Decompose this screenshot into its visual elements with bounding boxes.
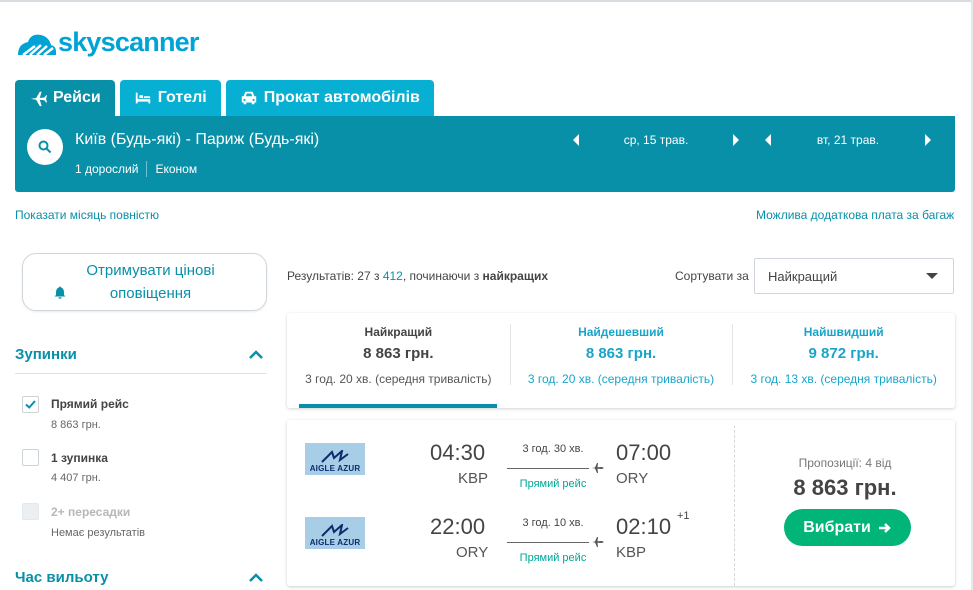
arrival-airport: KBP (616, 544, 647, 561)
tab-hotels[interactable]: Готелі (119, 80, 221, 116)
tab-flights[interactable]: Рейси (15, 80, 115, 116)
brand-name: skyscanner (58, 26, 199, 57)
chevron-up-icon[interactable] (248, 350, 264, 360)
select-flight-button[interactable]: Вибрати (784, 509, 911, 546)
show-whole-month-link[interactable]: Показати місяць повністю (15, 208, 159, 222)
sort-option-price: 8 863 грн. (585, 345, 657, 362)
depart-date[interactable]: ср, 15 трав. (581, 133, 731, 147)
car-icon (241, 91, 256, 105)
sort-option-price: 8 863 грн. (363, 345, 434, 362)
checkmark-icon (25, 400, 36, 409)
arrival-time: 02:10 (616, 514, 672, 539)
skyscanner-logo[interactable]: skyscanner (15, 25, 199, 59)
two-plus-stops-label: 2+ пересадки (51, 505, 131, 519)
sort-option-tabs: Найкращий 8 863 грн. 3 год. 20 хв. (сере… (287, 313, 955, 408)
tab-car-hire[interactable]: Прокат автомобілів (225, 80, 434, 116)
bed-icon (135, 92, 150, 104)
selected-indicator (299, 404, 497, 408)
departure-airport: KBP (458, 470, 489, 487)
sort-option-price: 9 872 грн. (808, 345, 879, 362)
sort-option-fastest[interactable]: Найшвидший 9 872 грн. 3 год. 13 хв. (сер… (732, 313, 955, 408)
flight-line (507, 542, 589, 543)
ticket-notch (729, 420, 741, 426)
top-border (0, 0, 973, 2)
departure-time: 22:00 (430, 514, 486, 539)
departure-time: 04:30 (430, 440, 486, 465)
tab-label: Рейси (53, 89, 101, 106)
cloud-sun-icon (18, 34, 56, 56)
route-text[interactable]: Київ (Будь-які) - Париж (Будь-які) (75, 131, 319, 149)
one-stop-price: 4 407 грн. (51, 472, 101, 484)
passenger-summary[interactable]: 1 дорослий Економ (75, 161, 197, 177)
one-stop-label[interactable]: 1 зупинка (51, 451, 108, 465)
airline-logo: AIGLE AZUR (305, 443, 365, 475)
direct-flight-price: 8 863 грн. (51, 419, 101, 431)
offers-count: Пропозиції: 4 від (798, 456, 892, 470)
results-count: Результатів: 27 з 412, починаючи з найкр… (287, 269, 549, 283)
flight-duration: 3 год. 10 хв. (522, 517, 584, 529)
direct-flight-checkbox[interactable] (22, 396, 39, 413)
stops-filter-header[interactable]: Зупинки (15, 346, 77, 363)
search-summary-bar[interactable]: Київ (Будь-які) - Париж (Будь-які) 1 дор… (15, 116, 955, 192)
stops-info: Прямий рейс (519, 552, 587, 564)
plane-icon (592, 537, 604, 547)
sort-option-cheapest[interactable]: Найдешевший 8 863 грн. 3 год. 20 хв. (се… (509, 313, 733, 408)
tab-label: Готелі (157, 89, 207, 106)
chevron-left-icon[interactable] (763, 133, 773, 147)
two-plus-stops-note: Немає результатів (51, 527, 145, 539)
airline-bird-icon (321, 450, 349, 463)
price-alerts-button[interactable]: Отримувати цінові оповіщення (22, 253, 267, 311)
flight-price: 8 863 грн. (793, 475, 897, 500)
sort-label: Сортувати за (675, 269, 749, 283)
sort-option-duration: 3 год. 13 хв. (середня тривалість) (750, 372, 937, 386)
flight-line (507, 468, 589, 469)
stops-info: Прямий рейс (519, 478, 587, 490)
baggage-fees-link[interactable]: Можлива додаткова плата за багаж (756, 208, 954, 222)
chevron-right-icon[interactable] (731, 133, 741, 147)
sort-option-title: Найдешевший (578, 325, 664, 339)
sort-option-title: Найшвидший (803, 325, 884, 339)
tab-label: Прокат автомобілів (263, 89, 420, 106)
price-alerts-label: Отримувати цінові оповіщення (54, 259, 236, 305)
sort-option-title: Найкращий (364, 325, 433, 339)
direct-flight-label[interactable]: Прямий рейс (51, 397, 129, 411)
sort-option-duration: 3 год. 20 хв. (середня тривалість) (527, 372, 715, 386)
one-stop-checkbox[interactable] (22, 449, 39, 466)
depart-date-picker[interactable]: ср, 15 трав. (571, 130, 741, 150)
arrival-time: 07:00 (616, 440, 672, 465)
airline-logo: AIGLE AZUR (305, 517, 365, 549)
flight-duration: 3 год. 30 хв. (522, 443, 584, 455)
divider (15, 373, 267, 374)
departure-airport: ORY (456, 544, 489, 561)
return-date[interactable]: вт, 21 трав. (773, 133, 923, 147)
total-results-link[interactable]: 412 (383, 269, 403, 283)
two-plus-stops-checkbox (22, 503, 39, 520)
next-day-indicator: +1 (677, 510, 690, 522)
chevron-up-icon[interactable] (248, 573, 264, 583)
passengers-text: 1 дорослий (75, 162, 139, 176)
sort-option-duration: 3 год. 20 хв. (середня тривалість) (305, 372, 492, 386)
sort-selected-value: Найкращий (768, 269, 838, 284)
sort-option-best[interactable]: Найкращий 8 863 грн. 3 год. 20 хв. (сере… (287, 313, 510, 408)
divider (146, 161, 148, 177)
caret-down-icon (926, 273, 938, 279)
flight-result-card[interactable]: AIGLE AZUR 04:30 KBP 3 год. 30 хв. Прями… (287, 420, 955, 586)
chevron-left-icon[interactable] (571, 133, 581, 147)
vertical-tabs: Рейси Готелі Прокат автомобілів (15, 80, 439, 116)
search-button[interactable] (27, 129, 63, 165)
airline-bird-icon (321, 524, 349, 537)
return-date-picker[interactable]: вт, 21 трав. (763, 130, 933, 150)
arrow-right-icon (878, 522, 891, 533)
sort-dropdown[interactable]: Найкращий (754, 258, 954, 294)
arrival-airport: ORY (616, 470, 649, 487)
chevron-right-icon[interactable] (923, 133, 933, 147)
search-icon (38, 140, 52, 154)
plane-icon (30, 91, 47, 107)
plane-icon (592, 463, 604, 473)
bell-icon (54, 286, 65, 299)
departure-time-filter-header[interactable]: Час вильоту (15, 569, 108, 586)
ticket-divider (734, 420, 735, 586)
select-button-label: Вибрати (803, 518, 871, 536)
cabin-class-text: Економ (155, 162, 198, 176)
